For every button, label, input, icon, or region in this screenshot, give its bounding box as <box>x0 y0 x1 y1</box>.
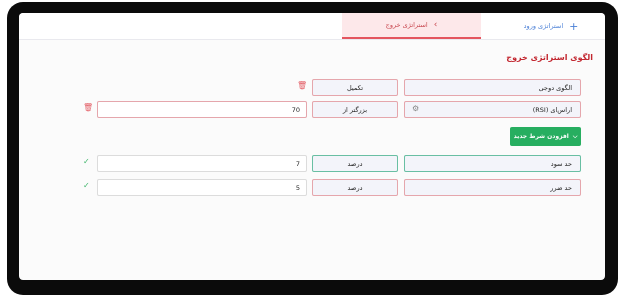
tab-exit-label: استراتژی خروج <box>385 21 428 29</box>
tab-entry-label: استراتژی ورود <box>523 22 564 30</box>
pattern-value: الگوی دوجی <box>538 83 572 92</box>
section-title: الگوی استراتژی خروج <box>506 53 593 62</box>
tab-bar: + استراتژی ورود › استراتژی خروج <box>19 13 605 40</box>
completion-value: تکمیل <box>346 83 364 92</box>
check-icon: ✓ <box>83 157 90 166</box>
chevron-down-icon: ⌵ <box>572 132 578 140</box>
threshold-value: 70 <box>291 105 300 114</box>
trash-icon[interactable]: 🗑 <box>297 81 307 90</box>
indicator-value: اراس‌ای (RSI) <box>532 105 572 114</box>
plus-icon: + <box>569 19 579 33</box>
take-profit-label-field: حد سود <box>404 155 581 172</box>
operator-value: بزرگتر از <box>342 105 368 114</box>
take-profit-value: 7 <box>295 159 300 168</box>
add-condition-button[interactable]: ⌵ افزودن شرط جدید <box>510 127 581 146</box>
stop-loss-unit-select[interactable]: درصد <box>312 179 398 196</box>
take-profit-input[interactable]: 7 <box>97 155 307 172</box>
pattern-select[interactable]: الگوی دوجی <box>404 79 581 96</box>
stop-loss-value: 5 <box>295 183 300 192</box>
take-profit-unit: درصد <box>347 159 363 168</box>
tab-entry-strategy[interactable]: + استراتژی ورود <box>497 13 605 39</box>
tab-exit-strategy[interactable]: › استراتژی خروج <box>342 13 481 39</box>
stop-loss-label-field: حد ضرر <box>404 179 581 196</box>
chevron-right-icon: › <box>433 19 438 30</box>
trash-icon[interactable]: 🗑 <box>83 103 93 112</box>
operator-select[interactable]: بزرگتر از <box>312 101 398 118</box>
add-condition-label: افزودن شرط جدید <box>513 133 569 140</box>
gear-icon[interactable]: ⚙ <box>412 104 419 113</box>
stop-loss-unit: درصد <box>347 183 363 192</box>
completion-select[interactable]: تکمیل <box>312 79 398 96</box>
indicator-select[interactable]: اراس‌ای (RSI) <box>404 101 581 118</box>
take-profit-label: حد سود <box>550 159 572 168</box>
threshold-input[interactable]: 70 <box>97 101 307 118</box>
check-icon: ✓ <box>83 181 90 190</box>
stop-loss-label: حد ضرر <box>550 183 572 192</box>
stop-loss-input[interactable]: 5 <box>97 179 307 196</box>
app-screen: + استراتژی ورود › استراتژی خروج الگوی اس… <box>19 13 605 280</box>
take-profit-unit-select[interactable]: درصد <box>312 155 398 172</box>
